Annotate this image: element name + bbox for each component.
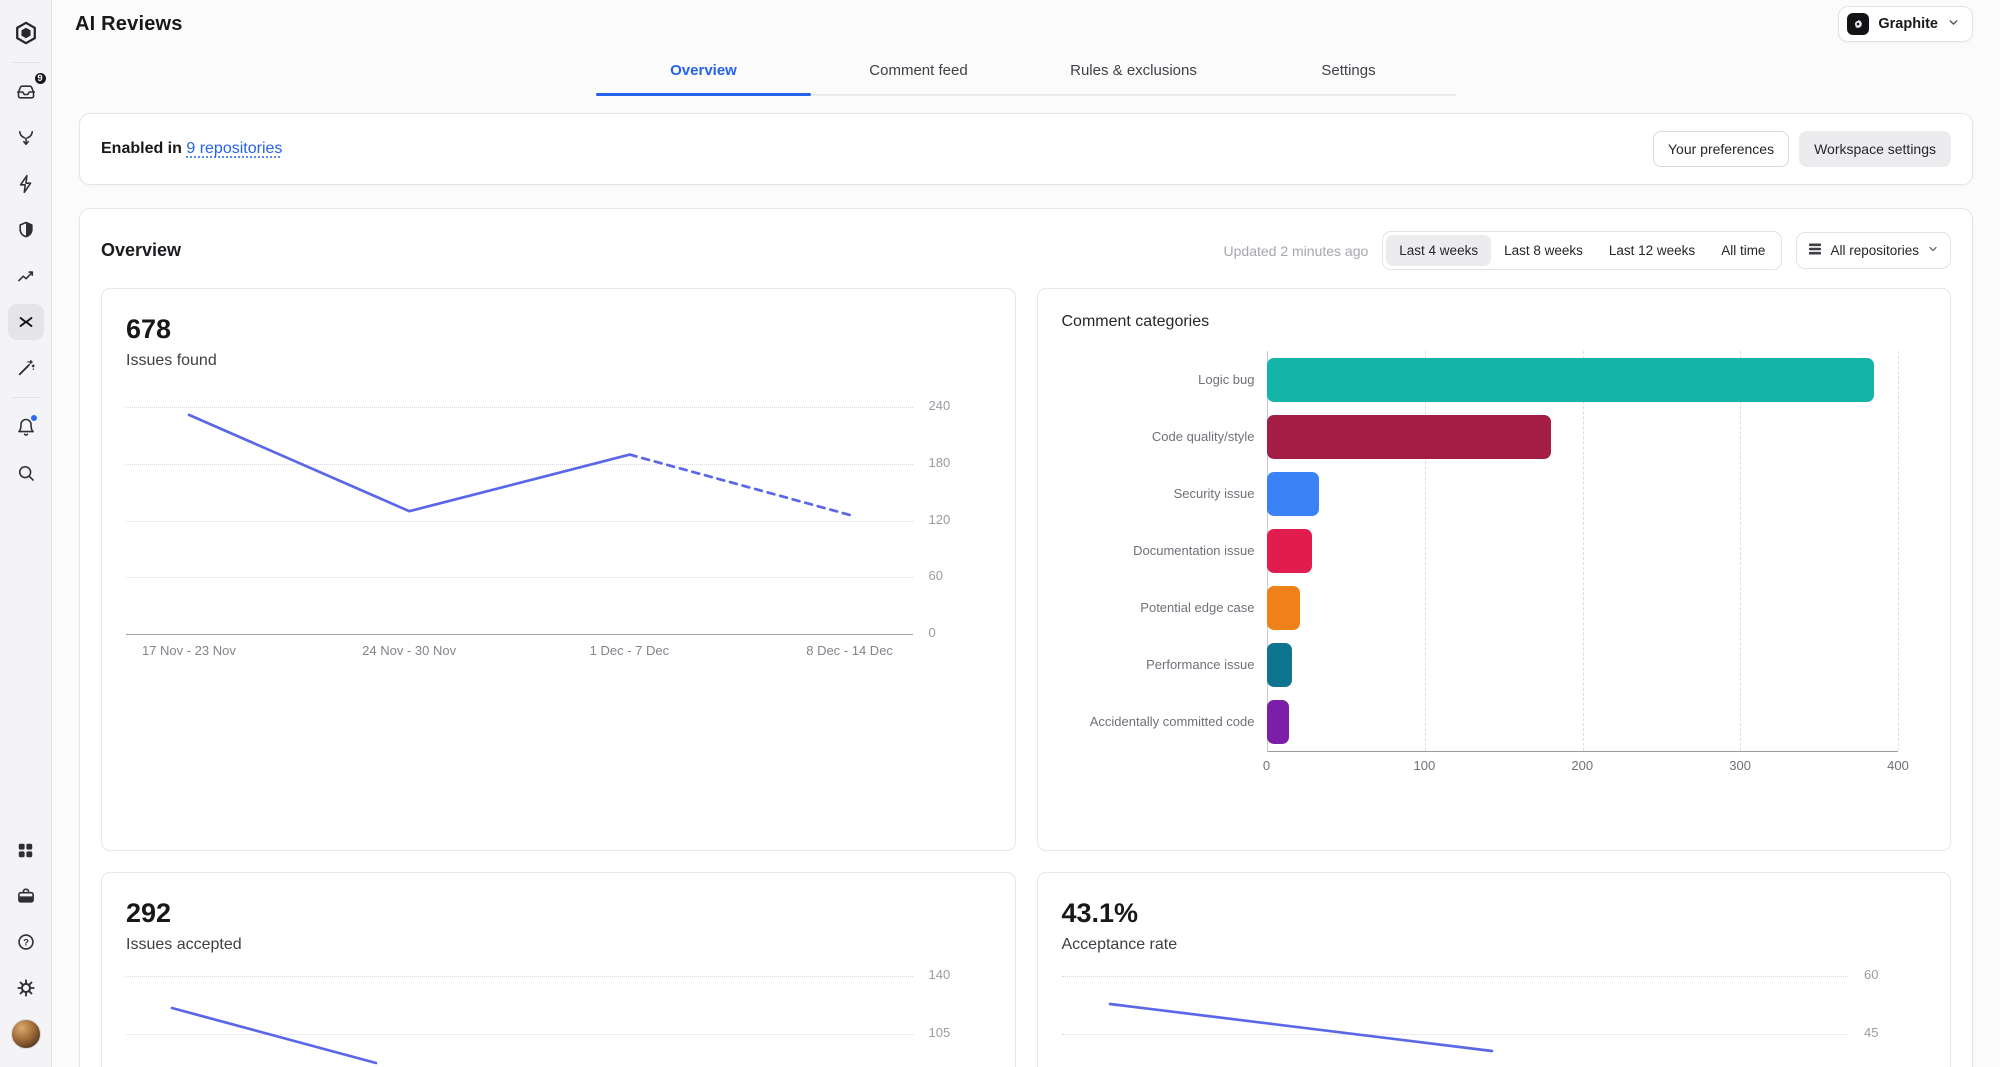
workspace-switcher[interactable]: Graphite <box>1838 6 1973 42</box>
sidebar-item-apps[interactable] <box>8 832 44 868</box>
chevron-down-icon <box>1947 16 1960 33</box>
overview-panel: Overview Updated 2 minutes ago Last 4 we… <box>79 208 1973 1067</box>
acceptance-rate-card: 43.1% Acceptance rate 60 45 <box>1037 872 1952 1067</box>
issues-accepted-card: 292 Issues accepted 140 105 <box>101 872 1016 1067</box>
range-last-4-weeks[interactable]: Last 4 weeks <box>1386 235 1491 266</box>
comment-categories-card: Comment categories Logic bug Code quality… <box>1037 288 1952 851</box>
time-range-selector: Last 4 weeks Last 8 weeks Last 12 weeks … <box>1382 231 1782 270</box>
sidebar-item-search[interactable] <box>8 455 44 491</box>
chevron-down-icon <box>1927 243 1939 258</box>
briefcase-icon <box>16 886 36 906</box>
app-root: 9 ? AI Reviews Graphite Overview Comment… <box>0 0 2000 1067</box>
gear-icon <box>16 978 36 998</box>
topbar: AI Reviews Graphite <box>52 0 2000 48</box>
sidebar-item-automations[interactable] <box>8 166 44 202</box>
sidebar-item-notifications[interactable] <box>8 409 44 445</box>
zap-icon <box>16 174 36 194</box>
page-title: AI Reviews <box>75 13 183 36</box>
workspace-name: Graphite <box>1878 16 1938 32</box>
sidebar-item-protections[interactable] <box>8 212 44 248</box>
overview-controls: Updated 2 minutes ago Last 4 weeks Last … <box>1224 231 1951 270</box>
grid-icon <box>16 841 35 860</box>
acceptance-rate-label: Acceptance rate <box>1062 936 1927 954</box>
range-all-time[interactable]: All time <box>1708 235 1778 266</box>
your-preferences-button[interactable]: Your preferences <box>1653 131 1789 167</box>
sidebar-item-workspace[interactable] <box>8 878 44 914</box>
banner-actions: Your preferences Workspace settings <box>1653 131 1951 167</box>
workspace-settings-button[interactable]: Workspace settings <box>1799 131 1951 167</box>
overview-header: Overview Updated 2 minutes ago Last 4 we… <box>101 231 1951 270</box>
repo-filter-label: All repositories <box>1830 243 1919 258</box>
repo-list-icon <box>1808 242 1822 259</box>
graphite-logo[interactable] <box>8 15 44 51</box>
tab-rules-exclusions[interactable]: Rules & exclusions <box>1026 50 1241 94</box>
magic-wand-icon <box>16 358 36 378</box>
sidebar-item-merge-queue[interactable] <box>8 120 44 156</box>
sidebar-divider <box>12 397 40 398</box>
enabled-text: Enabled in 9 repositories <box>101 140 282 158</box>
updated-timestamp: Updated 2 minutes ago <box>1224 243 1369 259</box>
tab-overview[interactable]: Overview <box>596 50 811 94</box>
issues-found-value: 678 <box>126 313 991 345</box>
trend-chart-icon <box>16 266 36 286</box>
range-last-12-weeks[interactable]: Last 12 weeks <box>1596 235 1708 266</box>
repositories-link[interactable]: 9 repositories <box>186 140 282 157</box>
sidebar-divider <box>12 62 40 63</box>
overview-heading: Overview <box>101 240 181 261</box>
sidebar-item-assistant[interactable] <box>8 350 44 386</box>
metrics-grid: 678 Issues found 240 180 120 60 0 17 Nov - 23… <box>101 288 1951 1067</box>
acceptance-rate-value: 43.1% <box>1062 897 1927 929</box>
tab-settings[interactable]: Settings <box>1241 50 1456 94</box>
ai-reviews-icon <box>16 312 36 332</box>
issues-found-label: Issues found <box>126 352 991 370</box>
issues-accepted-label: Issues accepted <box>126 936 991 954</box>
comment-categories-title: Comment categories <box>1062 313 1927 331</box>
svg-text:?: ? <box>23 938 29 949</box>
enabled-banner: Enabled in 9 repositories Your preferenc… <box>79 113 1973 185</box>
issues-accepted-chart: 140 105 <box>126 968 991 1067</box>
merge-queue-icon <box>16 128 36 148</box>
help-icon: ? <box>16 932 36 952</box>
sidebar-item-help[interactable]: ? <box>8 924 44 960</box>
sidebar: 9 ? <box>0 0 52 1067</box>
main-content: AI Reviews Graphite Overview Comment fee… <box>52 0 2000 1067</box>
issues-found-chart: 240 180 120 60 0 17 Nov - 23 Nov 24 Nov - 30 N… <box>126 396 991 660</box>
issues-accepted-value: 292 <box>126 897 991 929</box>
shield-icon <box>16 220 36 240</box>
sidebar-item-insights[interactable] <box>8 258 44 294</box>
sidebar-item-ai-reviews[interactable] <box>8 304 44 340</box>
graphite-mark-icon <box>1847 13 1869 35</box>
user-avatar <box>11 1019 41 1049</box>
range-last-8-weeks[interactable]: Last 8 weeks <box>1491 235 1596 266</box>
issues-found-card: 678 Issues found 240 180 120 60 0 17 Nov - 23… <box>101 288 1016 851</box>
acceptance-rate-chart: 60 45 <box>1062 968 1927 1067</box>
search-icon <box>16 463 36 483</box>
tab-bar: Overview Comment feed Rules & exclusions… <box>52 50 2000 96</box>
sidebar-item-inbox[interactable]: 9 <box>8 74 44 110</box>
tab-comment-feed[interactable]: Comment feed <box>811 50 1026 94</box>
graphite-logo-icon <box>13 20 39 46</box>
inbox-icon <box>16 82 36 102</box>
sidebar-item-settings[interactable] <box>8 970 44 1006</box>
sidebar-item-profile[interactable] <box>8 1016 44 1052</box>
notification-dot <box>30 414 38 422</box>
enabled-prefix: Enabled in <box>101 140 182 157</box>
comment-categories-chart: Logic bug Code quality/style Security issu… <box>1062 351 1927 780</box>
repository-filter-dropdown[interactable]: All repositories <box>1796 232 1951 269</box>
inbox-badge: 9 <box>33 71 48 86</box>
